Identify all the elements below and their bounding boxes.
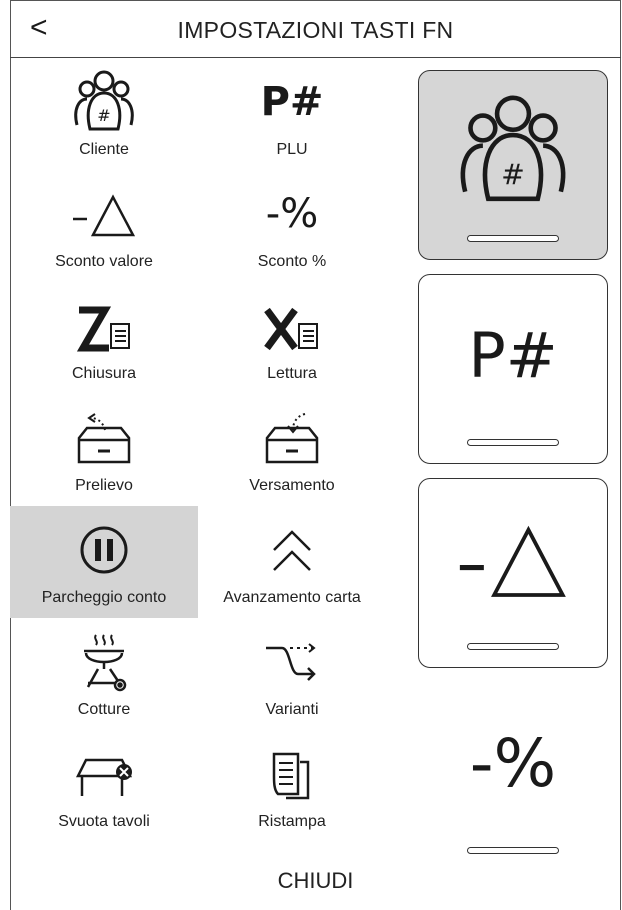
discount-value-icon bbox=[419, 479, 607, 639]
fn-item-avanzamento-carta[interactable]: Avanzamento carta bbox=[198, 506, 386, 618]
svg-text:#: # bbox=[97, 106, 110, 125]
fn-item-svuota-tavoli[interactable]: Svuota tavoli bbox=[10, 730, 198, 842]
fn-item-cliente[interactable]: # Cliente bbox=[10, 58, 198, 170]
withdraw-drawer-icon bbox=[64, 403, 144, 473]
fn-item-label: Parcheggio conto bbox=[41, 589, 167, 606]
fn-item-label: Prelievo bbox=[75, 477, 133, 494]
slot-indicator-bar bbox=[467, 643, 559, 650]
slot-indicator-bar bbox=[467, 847, 559, 854]
fn-item-label: Versamento bbox=[249, 477, 335, 494]
pause-icon bbox=[64, 515, 144, 585]
svg-text:#: # bbox=[501, 159, 525, 192]
discount-percent-icon: -% bbox=[252, 179, 332, 249]
z-report-icon bbox=[64, 291, 144, 361]
fn-item-label: Ristampa bbox=[258, 813, 326, 830]
header-bar: < IMPOSTAZIONI TASTI FN bbox=[10, 0, 621, 58]
slot-indicator-bar bbox=[467, 235, 559, 242]
percent-glyph: -% bbox=[265, 191, 319, 237]
plu-icon: P# bbox=[252, 67, 332, 137]
fn-key-slot-3[interactable] bbox=[418, 478, 608, 668]
fn-item-parcheggio-conto[interactable]: Parcheggio conto bbox=[10, 506, 198, 618]
variants-icon bbox=[252, 627, 332, 697]
fn-item-label: PLU bbox=[276, 141, 308, 158]
close-button[interactable]: CHIUDI bbox=[10, 868, 621, 894]
fn-item-cotture[interactable]: Cotture bbox=[10, 618, 198, 730]
customer-group-icon: # bbox=[419, 71, 607, 231]
discount-percent-icon: -% bbox=[419, 683, 607, 843]
fn-item-ristampa[interactable]: Ristampa bbox=[198, 730, 386, 842]
fn-item-lettura[interactable]: Lettura bbox=[198, 282, 386, 394]
fn-item-label: Varianti bbox=[265, 701, 319, 718]
deposit-drawer-icon bbox=[252, 403, 332, 473]
fn-item-plu[interactable]: P# PLU bbox=[198, 58, 386, 170]
slot-indicator-bar bbox=[467, 439, 559, 446]
fn-item-label: Avanzamento carta bbox=[223, 589, 361, 606]
fn-key-slot-4[interactable]: -% bbox=[418, 682, 608, 872]
fn-item-label: Sconto % bbox=[257, 253, 327, 270]
fn-item-sconto-percent[interactable]: -% Sconto % bbox=[198, 170, 386, 282]
fn-item-versamento[interactable]: Versamento bbox=[198, 394, 386, 506]
discount-value-icon bbox=[64, 179, 144, 249]
fn-key-slot-1[interactable]: # bbox=[418, 70, 608, 260]
page-title: IMPOSTAZIONI TASTI FN bbox=[177, 17, 454, 43]
plu-glyph: P# bbox=[468, 318, 558, 392]
fn-item-label: Lettura bbox=[267, 365, 317, 382]
plu-icon: P# bbox=[419, 275, 607, 435]
fn-key-slot-2[interactable]: P# bbox=[418, 274, 608, 464]
percent-glyph: -% bbox=[469, 724, 557, 802]
fn-item-chiusura[interactable]: Chiusura bbox=[10, 282, 198, 394]
fn-item-sconto-valore[interactable]: Sconto valore bbox=[10, 170, 198, 282]
fn-item-label: Cotture bbox=[77, 701, 131, 718]
x-report-icon bbox=[252, 291, 332, 361]
plu-glyph: P# bbox=[260, 79, 324, 125]
fn-item-label: Chiusura bbox=[71, 365, 137, 382]
fn-item-varianti[interactable]: Varianti bbox=[198, 618, 386, 730]
customer-group-icon: # bbox=[64, 67, 144, 137]
fn-item-label: Cliente bbox=[79, 141, 129, 158]
clear-table-icon bbox=[64, 739, 144, 809]
reprint-icon bbox=[252, 739, 332, 809]
paper-feed-icon bbox=[252, 515, 332, 585]
fn-item-label: Svuota tavoli bbox=[58, 813, 150, 830]
grill-icon bbox=[64, 627, 144, 697]
fn-item-prelievo[interactable]: Prelievo bbox=[10, 394, 198, 506]
fn-item-label: Sconto valore bbox=[55, 253, 153, 270]
